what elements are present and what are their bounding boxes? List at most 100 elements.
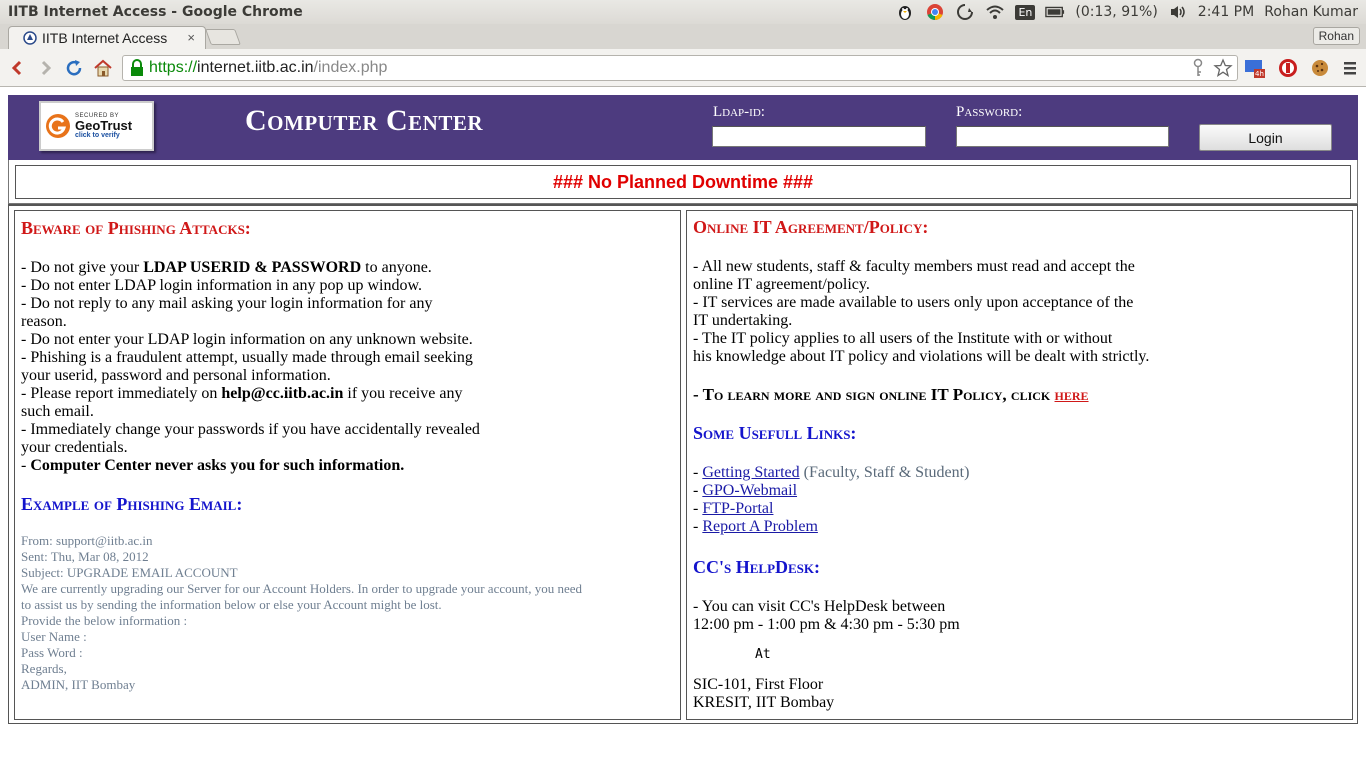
wifi-icon[interactable] (985, 2, 1005, 22)
email-line: User Name : (21, 629, 87, 644)
main-content: Beware of Phishing Attacks: - Do not giv… (8, 204, 1358, 724)
url-host: internet.iitb.ac.in (197, 59, 314, 76)
tip-text: - Do not give your (21, 259, 144, 276)
tab-strip: IITB Internet Access × Rohan (0, 24, 1366, 49)
link-item: - Getting Started (Faculty, Staff & Stud… (693, 464, 1346, 482)
forward-button[interactable] (35, 57, 57, 79)
example-email: From: support@iitb.ac.in Sent: Thu, Mar … (21, 533, 674, 693)
reload-button[interactable] (63, 57, 85, 79)
cookie-icon[interactable] (1310, 58, 1330, 78)
help-email: help@cc.iitb.ac.in (221, 385, 344, 402)
geotrust-verify: click to verify (75, 132, 120, 139)
policy-here-link[interactable]: here (1055, 385, 1089, 404)
learn-more-line: - To learn more and sign online IT Polic… (693, 384, 1346, 406)
email-line: Provide the below information : (21, 613, 188, 628)
ftp-portal-link[interactable]: FTP-Portal (702, 500, 773, 517)
page-title: Computer Center (245, 104, 484, 137)
tip-text: - (21, 457, 31, 474)
os-title-bar: IITB Internet Access - Google Chrome En … (0, 0, 1366, 24)
home-icon (94, 59, 112, 77)
tip-line: - Immediately change your passwords if y… (21, 421, 480, 438)
tip-text: - Please report immediately on (21, 385, 222, 402)
profile-button[interactable]: Rohan (1312, 27, 1360, 45)
link-dash: - (693, 464, 703, 481)
example-title: Example of Phishing Email: (21, 494, 243, 514)
helpdesk-title: CC's HelpDesk: (693, 557, 821, 577)
tip-bold: LDAP USERID & PASSWORD (143, 259, 362, 276)
battery-status: (0:13, 91%) (1075, 4, 1158, 20)
getting-started-note: (Faculty, Staff & Student) (799, 464, 970, 481)
tip-line: - Phishing is a fraudulent attempt, usua… (21, 349, 473, 366)
helpdesk-building: KRESIT, IIT Bombay (693, 694, 835, 711)
tab-title: IITB Internet Access (42, 30, 168, 46)
email-line: Subject: UPGRADE EMAIL ACCOUNT (21, 565, 238, 580)
policy-line: online IT agreement/policy. (693, 276, 870, 293)
keyboard-lang-icon[interactable]: En (1015, 4, 1036, 20)
report-problem-link[interactable]: Report A Problem (702, 518, 818, 535)
user-name[interactable]: Rohan Kumar (1264, 4, 1358, 20)
link-item: - Report A Problem (693, 518, 1346, 536)
home-button[interactable] (92, 57, 114, 79)
sync-icon[interactable] (955, 2, 975, 22)
tip-line: reason. (21, 313, 67, 330)
menu-icon[interactable] (1342, 59, 1358, 77)
web-page: SECURED BY GeoTrust click to verify Comp… (0, 88, 1366, 768)
policy-line: his knowledge about IT policy and violat… (693, 348, 1150, 365)
tip-line: - Please report immediately on help@cc.i… (21, 385, 674, 403)
link-item: - GPO-Webmail (693, 482, 1346, 500)
omnibox-actions (1189, 58, 1233, 78)
tip-line: - Do not enter LDAP login information in… (21, 277, 422, 294)
email-line: Pass Word : (21, 645, 83, 660)
adblock-stop-icon[interactable] (1278, 58, 1298, 78)
email-line: Regards, (21, 661, 67, 676)
link-dash: - (693, 500, 703, 517)
extension-icons: 4h (1244, 57, 1358, 79)
new-tab-button[interactable] (205, 29, 241, 45)
url-path: /index.php (313, 59, 388, 76)
svg-text:4h: 4h (1255, 70, 1264, 78)
policy-line: - The IT policy applies to all users of … (693, 330, 1113, 347)
tip-line: - Do not reply to any mail asking your l… (21, 295, 433, 312)
url-scheme: https:// (149, 59, 198, 76)
key-icon[interactable] (1189, 58, 1207, 78)
window-title: IITB Internet Access - Google Chrome (8, 4, 303, 20)
reload-icon (66, 60, 82, 76)
lock-icon[interactable] (129, 59, 147, 77)
system-tray: En (0:13, 91%) 2:41 PM Rohan Kumar (895, 0, 1358, 24)
bookmark-star-icon[interactable] (1213, 58, 1233, 78)
email-line: ADMIN, IIT Bombay (21, 677, 136, 692)
helpdesk-at: At (755, 647, 771, 662)
helpdesk-hours: 12:00 pm - 1:00 pm & 4:30 pm - 5:30 pm (693, 616, 960, 633)
clock[interactable]: 2:41 PM (1198, 4, 1254, 20)
tab-close-icon[interactable]: × (187, 30, 195, 45)
policy-text: - All new students, staff & faculty memb… (693, 258, 1346, 366)
getting-started-link[interactable]: Getting Started (702, 464, 799, 481)
downtime-notice: ### No Planned Downtime ### (15, 165, 1351, 199)
page-header: SECURED BY GeoTrust click to verify Comp… (8, 95, 1358, 160)
policy-line: IT undertaking. (693, 312, 793, 329)
gpo-webmail-link[interactable]: GPO-Webmail (702, 482, 797, 499)
email-line: We are currently upgrading our Server fo… (21, 581, 583, 596)
email-line: From: support@iitb.ac.in (21, 533, 153, 548)
tab-iitb-internet-access[interactable]: IITB Internet Access × (8, 26, 206, 49)
back-button[interactable] (6, 57, 28, 79)
address-bar[interactable]: https://internet.iitb.ac.in/index.php (122, 55, 1238, 81)
password-label: Password: (956, 104, 1023, 120)
volume-icon[interactable] (1168, 2, 1188, 22)
link-dash: - (693, 518, 703, 535)
ldap-id-label: Ldap-id: (713, 104, 765, 120)
penguin-icon[interactable] (895, 2, 915, 22)
tip-bold: Computer Center never asks you for such … (30, 457, 405, 474)
geotrust-text: SECURED BY GeoTrust click to verify (75, 113, 132, 139)
extension-screen-icon[interactable]: 4h (1244, 57, 1266, 79)
geotrust-seal[interactable]: SECURED BY GeoTrust click to verify (39, 101, 154, 151)
geotrust-brand: GeoTrust (75, 118, 133, 133)
ldap-id-input[interactable] (712, 126, 926, 147)
login-button[interactable]: Login (1199, 124, 1332, 151)
chrome-icon[interactable] (925, 2, 945, 22)
password-input[interactable] (956, 126, 1169, 147)
tip-line: - Do not give your LDAP USERID & PASSWOR… (21, 259, 674, 277)
tip-text: if you receive any (343, 385, 463, 402)
phishing-title: Beware of Phishing Attacks: (21, 218, 251, 238)
battery-icon[interactable] (1045, 2, 1065, 22)
